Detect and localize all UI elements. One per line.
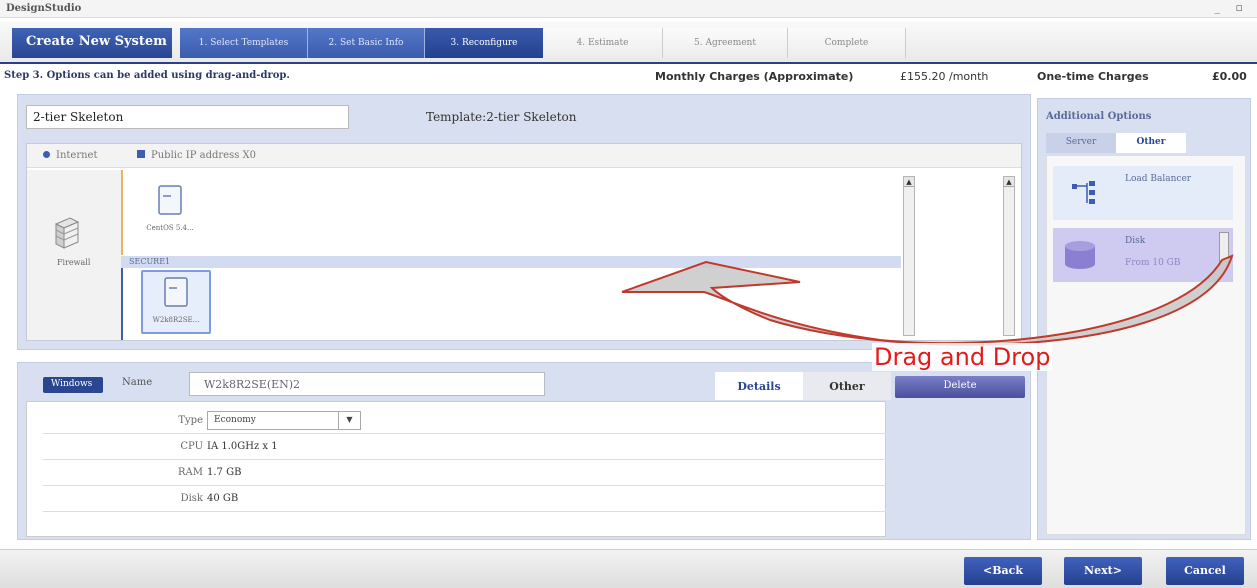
spec-key: Type bbox=[178, 415, 203, 426]
wizard-step-agreement[interactable]: 5. Agreement bbox=[663, 28, 788, 58]
option-label: Disk bbox=[1125, 236, 1146, 246]
option-disk[interactable]: Disk From 10 GB bbox=[1053, 228, 1233, 282]
spec-key: Disk bbox=[180, 493, 203, 504]
spec-value: IA 1.0GHz x 1 bbox=[207, 441, 278, 452]
option-sub: From 10 GB bbox=[1125, 258, 1181, 268]
spec-value: 40 GB bbox=[207, 493, 239, 504]
server-name-label: Name bbox=[122, 377, 153, 388]
server-icon bbox=[164, 277, 188, 307]
load-balancer-icon bbox=[1072, 181, 1095, 204]
option-label: Load Balancer bbox=[1125, 174, 1192, 184]
tab-other-options[interactable]: Other bbox=[1116, 133, 1186, 153]
create-new-system-label: Create New System bbox=[12, 28, 172, 58]
additional-options-panel: Additional Options Server Other Load Bal… bbox=[1037, 98, 1251, 540]
option-load-balancer[interactable]: Load Balancer bbox=[1053, 166, 1233, 220]
spec-key: CPU bbox=[180, 441, 203, 452]
spec-table: Type Economy ▼ CPU IA 1.0GHz x 1 RAM 1.7… bbox=[26, 401, 887, 537]
server-node-centos[interactable]: CentOS 5.4... bbox=[135, 180, 205, 244]
spec-row-disk: Disk 40 GB bbox=[43, 486, 887, 512]
back-button[interactable]: <Back bbox=[964, 557, 1042, 585]
cancel-button[interactable]: Cancel bbox=[1166, 557, 1244, 585]
tab-other[interactable]: Other bbox=[803, 372, 891, 400]
wizard-step-select-templates[interactable]: 1. Select Templates bbox=[180, 28, 308, 58]
canvas-right-scrollbar[interactable]: ▲ bbox=[1003, 176, 1015, 336]
server-name-input[interactable]: W2k8R2SE(EN)2 bbox=[189, 372, 545, 396]
options-scrollbar[interactable] bbox=[1219, 232, 1229, 262]
footer-bar: <Back Next> Cancel bbox=[0, 549, 1257, 588]
network-canvas[interactable]: Internet Public IP address X0 Firewall C… bbox=[26, 143, 1022, 341]
canvas-scrollbar[interactable]: ▲ bbox=[903, 176, 915, 336]
public-ip-label: Public IP address X0 bbox=[151, 150, 256, 161]
spec-row-ram: RAM 1.7 GB bbox=[43, 460, 887, 486]
network-segment-1[interactable]: CentOS 5.4... bbox=[121, 170, 901, 255]
next-button[interactable]: Next> bbox=[1064, 557, 1142, 585]
monthly-charges-label: Monthly Charges (Approximate) bbox=[655, 70, 854, 83]
template-label: Template:2-tier Skeleton bbox=[426, 110, 577, 124]
ip-grid-icon bbox=[137, 150, 145, 158]
title-bar: DesignStudio _ ▫ bbox=[0, 0, 1257, 18]
additional-options-title: Additional Options bbox=[1046, 111, 1152, 122]
server-icon bbox=[158, 185, 182, 215]
chevron-down-icon[interactable]: ▼ bbox=[338, 412, 360, 429]
os-badge: Windows bbox=[43, 377, 103, 393]
app-title: DesignStudio bbox=[6, 3, 82, 14]
window-controls[interactable]: _ ▫ bbox=[1215, 1, 1249, 14]
spec-key: RAM bbox=[178, 467, 203, 478]
firewall-icon[interactable] bbox=[52, 214, 82, 252]
tab-details[interactable]: Details bbox=[715, 372, 803, 400]
onetime-charges-label: One-time Charges bbox=[1037, 70, 1149, 83]
tab-server[interactable]: Server bbox=[1046, 133, 1116, 153]
disk-icon bbox=[1065, 241, 1095, 269]
additional-options-tabs: Server Other bbox=[1046, 133, 1186, 153]
firewall-column: Firewall bbox=[27, 170, 121, 340]
wizard-step-reconfigure[interactable]: 3. Reconfigure bbox=[425, 28, 543, 58]
wizard-step-estimate[interactable]: 4. Estimate bbox=[543, 28, 663, 58]
canvas-topbar: Internet Public IP address X0 bbox=[27, 144, 1021, 168]
wizard-steps: 1. Select Templates 2. Set Basic Info 3.… bbox=[180, 28, 906, 58]
options-list: Load Balancer Disk From 10 GB bbox=[1046, 155, 1246, 535]
system-name-input[interactable]: 2-tier Skeleton bbox=[26, 105, 349, 129]
onetime-charges-value: £0.00 bbox=[1212, 70, 1247, 83]
spec-value: 1.7 GB bbox=[207, 467, 242, 478]
server-node-w2k8[interactable]: W2k8R2SE... bbox=[141, 270, 211, 334]
server-detail-panel: Windows Name W2k8R2SE(EN)2 Details Other… bbox=[17, 362, 1031, 540]
spec-row-cpu: CPU IA 1.0GHz x 1 bbox=[43, 434, 887, 460]
monthly-charges-value: £155.20 /month bbox=[900, 70, 989, 83]
internet-label: Internet bbox=[56, 150, 98, 161]
internet-item[interactable]: Internet bbox=[43, 150, 97, 161]
scroll-up-icon[interactable]: ▲ bbox=[1004, 177, 1014, 187]
wizard-bar: Create New System 1. Select Templates 2.… bbox=[0, 22, 1257, 64]
globe-icon bbox=[43, 151, 50, 158]
public-ip-item[interactable]: Public IP address X0 bbox=[137, 150, 256, 161]
firewall-label: Firewall bbox=[57, 258, 91, 267]
step-instruction: Step 3. Options can be added using drag-… bbox=[4, 70, 290, 81]
step-info-bar: Step 3. Options can be added using drag-… bbox=[0, 66, 1257, 86]
network-segment-secure[interactable]: W2k8R2SE... bbox=[121, 268, 901, 340]
server-label-centos: CentOS 5.4... bbox=[146, 224, 194, 232]
type-select-value: Economy bbox=[214, 415, 256, 425]
system-config-pane: 2-tier Skeleton Template:2-tier Skeleton… bbox=[17, 94, 1031, 350]
segment-secure-header: SECURE1 bbox=[121, 256, 901, 268]
type-select[interactable]: Economy ▼ bbox=[207, 411, 361, 430]
delete-button[interactable]: Delete bbox=[895, 376, 1025, 398]
wizard-step-basic-info[interactable]: 2. Set Basic Info bbox=[308, 28, 425, 58]
scroll-up-icon[interactable]: ▲ bbox=[904, 177, 914, 187]
server-label-w2k8: W2k8R2SE... bbox=[152, 316, 200, 324]
wizard-step-complete[interactable]: Complete bbox=[788, 28, 906, 58]
drag-drop-label: Drag and Drop bbox=[872, 343, 1053, 371]
spec-row-type: Type Economy ▼ bbox=[43, 408, 887, 434]
